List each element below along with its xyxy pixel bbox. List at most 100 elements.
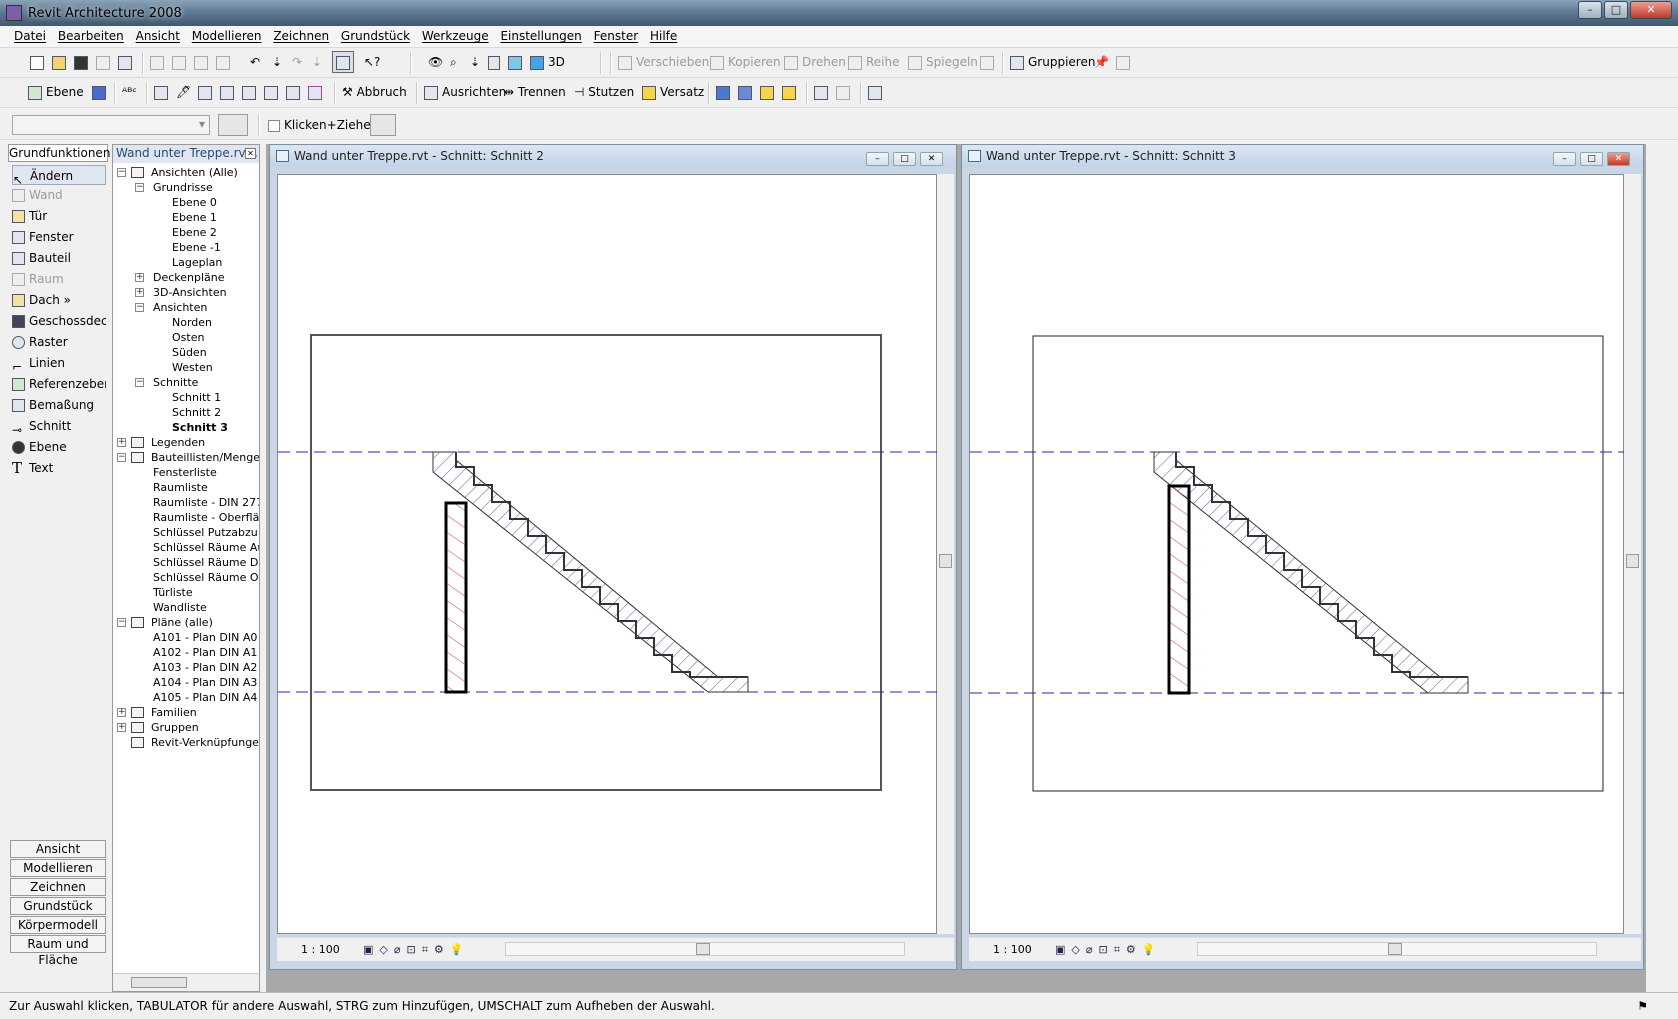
- tree-node[interactable]: A102 - Plan DIN A1: [153, 645, 257, 661]
- wall-under-stair[interactable]: [444, 501, 468, 694]
- tree-node[interactable]: Westen: [172, 360, 213, 376]
- paint-icon[interactable]: [264, 82, 282, 102]
- split-button[interactable]: ⇹ Trennen: [504, 82, 566, 102]
- menu-datei[interactable]: Datei: [10, 26, 50, 43]
- collapse-icon[interactable]: −: [135, 183, 144, 192]
- tree-node[interactable]: Ebene -1: [172, 240, 221, 256]
- browser-hscrollbar[interactable]: [113, 973, 259, 991]
- save-all-icon[interactable]: [96, 52, 114, 72]
- menu-bearbeiten[interactable]: Bearbeiten: [54, 26, 128, 43]
- coordination-icon[interactable]: [836, 82, 854, 102]
- cut-geometry-icon[interactable]: [760, 82, 778, 102]
- tree-node[interactable]: Türliste: [153, 585, 193, 601]
- tree-node[interactable]: Ansichten: [153, 300, 207, 316]
- section-drawing[interactable]: [278, 175, 938, 935]
- redo-list-icon[interactable]: ⇣: [312, 52, 322, 72]
- grid-icon[interactable]: [92, 82, 110, 102]
- tree-node[interactable]: Bauteillisten/Menge: [151, 450, 259, 466]
- dimension-icon[interactable]: [154, 82, 172, 102]
- array-button[interactable]: Reihe: [848, 52, 900, 72]
- tab-grundstueck[interactable]: Grundstück: [10, 897, 106, 915]
- copy-monitor-icon[interactable]: [814, 82, 832, 102]
- visibility-icon[interactable]: 👁: [428, 52, 443, 72]
- maximize-view-button[interactable]: □: [1580, 152, 1603, 166]
- menu-zeichnen[interactable]: Zeichnen: [269, 26, 333, 43]
- undo-icon[interactable]: ↶: [250, 52, 260, 72]
- tool-a-icon[interactable]: [198, 82, 216, 102]
- maximize-view-button[interactable]: □: [893, 152, 916, 166]
- minimize-view-button[interactable]: –: [866, 152, 889, 166]
- tree-node[interactable]: Schnitt 3: [172, 420, 228, 436]
- demolish-button[interactable]: ⚒ Abbruch: [342, 82, 407, 102]
- whats-this-help-icon[interactable]: ↖?: [364, 52, 380, 72]
- menu-hilfe[interactable]: Hilfe: [646, 26, 681, 43]
- design-dimension[interactable]: Bemaßung: [12, 395, 106, 415]
- section-drawing[interactable]: [970, 175, 1625, 935]
- save-icon[interactable]: [74, 52, 92, 72]
- design-roof[interactable]: Dach »: [12, 290, 106, 310]
- worksharing-icon[interactable]: ⚑: [1637, 993, 1648, 1019]
- tree-node[interactable]: A105 - Plan DIN A4: [153, 690, 257, 706]
- design-window[interactable]: Fenster: [12, 227, 106, 247]
- tool-d-icon[interactable]: [286, 82, 304, 102]
- design-grid[interactable]: Raster: [12, 332, 106, 352]
- trim-button[interactable]: ⊣ Stutzen: [574, 82, 634, 102]
- tree-node[interactable]: Pläne (alle): [151, 615, 213, 631]
- tree-node[interactable]: Schlüssel Putzabzu: [153, 525, 258, 541]
- design-bar-tab[interactable]: Grundfunktionen: [8, 144, 110, 162]
- tree-node[interactable]: A101 - Plan DIN A0: [153, 630, 257, 646]
- collapse-icon[interactable]: −: [135, 378, 144, 387]
- unjoin-icon[interactable]: [738, 82, 756, 102]
- tree-node[interactable]: Ebene 0: [172, 195, 217, 211]
- crop-region[interactable]: [1032, 335, 1604, 792]
- collapse-icon[interactable]: −: [135, 303, 144, 312]
- tree-node[interactable]: Schlüssel Räume Au: [153, 540, 259, 556]
- menu-einstellungen[interactable]: Einstellungen: [496, 26, 585, 43]
- tree-node[interactable]: Deckenpläne: [153, 270, 225, 286]
- level-button[interactable]: Ebene: [28, 82, 84, 102]
- mirror-button[interactable]: Spiegeln: [908, 52, 978, 72]
- offset-button[interactable]: Versatz: [642, 82, 704, 102]
- tree-node[interactable]: Fensterliste: [153, 465, 217, 481]
- minimize-view-button[interactable]: –: [1553, 152, 1576, 166]
- tool-b-icon[interactable]: [220, 82, 238, 102]
- tree-node[interactable]: Legenden: [151, 435, 205, 451]
- uncut-geometry-icon[interactable]: [782, 82, 800, 102]
- design-modify[interactable]: ↖ Ändern: [12, 165, 106, 185]
- copy-icon[interactable]: [172, 52, 190, 72]
- tree-node[interactable]: Raumliste - Oberfläc: [153, 510, 259, 526]
- tab-ansicht[interactable]: Ansicht: [10, 840, 106, 858]
- tree-node[interactable]: Raumliste: [153, 480, 208, 496]
- expand-icon[interactable]: +: [117, 708, 126, 717]
- tree-node[interactable]: Revit-Verknüpfunge: [151, 735, 259, 751]
- tab-raum-flaeche[interactable]: Raum und Fläche: [10, 935, 106, 967]
- view-window-schnitt-2[interactable]: Wand unter Treppe.rvt - Schnitt: Schnitt…: [269, 144, 957, 970]
- expand-icon[interactable]: +: [117, 438, 126, 447]
- project-browser-toggle-icon[interactable]: [332, 51, 354, 73]
- tree-node[interactable]: Ebene 1: [172, 210, 217, 226]
- design-door[interactable]: Tür: [12, 206, 106, 226]
- new-icon[interactable]: [30, 52, 48, 72]
- redo-icon[interactable]: ↷: [292, 52, 302, 72]
- close-browser-icon[interactable]: ✕: [245, 148, 256, 159]
- ungroup-icon[interactable]: [1116, 52, 1134, 72]
- copy-button[interactable]: Kopieren: [710, 52, 781, 72]
- type-selector-dropdown[interactable]: ▾: [12, 115, 210, 135]
- drawing-canvas[interactable]: [277, 174, 938, 935]
- tree-node[interactable]: Schlüssel Räume O: [153, 570, 259, 586]
- paste-icon[interactable]: [194, 52, 212, 72]
- thin-lines-icon[interactable]: [488, 52, 504, 72]
- minimize-button[interactable]: –: [1578, 1, 1602, 19]
- print-icon[interactable]: [118, 52, 136, 72]
- tool-e-icon[interactable]: [308, 82, 326, 102]
- tree-node[interactable]: Raumliste - DIN 277: [153, 495, 259, 511]
- click-drag-checkbox[interactable]: Klicken+Ziehen: [268, 115, 378, 135]
- scale-label[interactable]: 1 : 100: [301, 943, 340, 956]
- collapse-icon[interactable]: −: [117, 453, 126, 462]
- structural-icon[interactable]: [868, 82, 886, 102]
- collapse-icon[interactable]: −: [117, 168, 126, 177]
- design-component[interactable]: Bauteil: [12, 248, 106, 268]
- tree-node[interactable]: Osten: [172, 330, 204, 346]
- view-window-schnitt-3[interactable]: Wand unter Treppe.rvt - Schnitt: Schnitt…: [961, 144, 1644, 970]
- design-level[interactable]: Ebene: [12, 437, 106, 457]
